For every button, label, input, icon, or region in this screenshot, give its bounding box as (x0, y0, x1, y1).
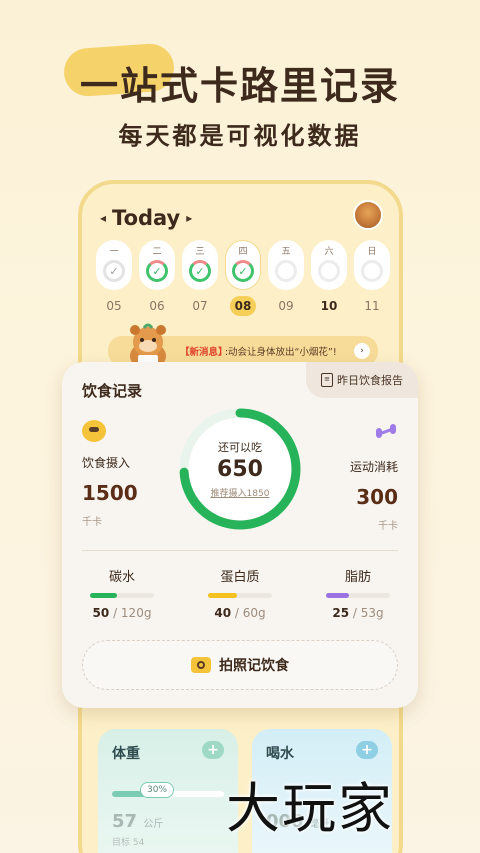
day-weekday: 六 (324, 247, 334, 257)
macro-progress-fill (90, 593, 117, 598)
macro-value: 50 / 120g (92, 606, 152, 620)
diet-record-card: 饮食记录 ≡ 昨日饮食报告 饮食摄入 1500 千卡 还可以吃 650 推荐摄入… (62, 362, 418, 708)
macro-name: 蛋白质 (220, 570, 260, 585)
chevron-right-icon[interactable]: › (354, 343, 370, 359)
macro-name: 脂肪 (344, 570, 371, 585)
day-pill[interactable]: 二 ✓ (139, 240, 175, 290)
day-pill[interactable]: 六 (311, 240, 347, 290)
message-tag: 【新消息】 (180, 347, 228, 358)
macro-item: 脂肪 25 / 53g (318, 566, 398, 620)
macro-name: 碳水 (108, 570, 135, 585)
diet-card-title: 饮食记录 (82, 382, 143, 400)
photo-log-button[interactable]: 拍照记饮食 (82, 640, 398, 690)
water-card-title: 喝水 (266, 746, 294, 762)
weight-card[interactable]: 体重 + 30% 57 公斤 目标 54 (98, 729, 238, 853)
remaining-value: 650 (217, 457, 263, 482)
intake-column: 饮食摄入 1500 千卡 (82, 420, 172, 528)
macro-item: 碳水 50 / 120g (82, 566, 162, 620)
remaining-caption: 还可以吃 (218, 441, 262, 454)
photo-log-label: 拍照记饮食 (219, 658, 289, 674)
day-weekday: 三 (195, 247, 205, 257)
yesterday-report-button[interactable]: ≡ 昨日饮食报告 (306, 362, 418, 398)
day-date: 08 (230, 296, 256, 316)
day-item[interactable]: 三 ✓ 07 (182, 240, 218, 316)
weight-card-title: 体重 (112, 746, 140, 762)
day-pill[interactable]: 一 ✓ (96, 240, 132, 290)
day-weekday: 四 (238, 247, 248, 257)
calorie-ring[interactable]: 还可以吃 650 推荐摄入1850 (175, 404, 305, 534)
check-icon: ✓ (103, 260, 125, 282)
add-weight-button[interactable]: + (202, 741, 224, 759)
day-item[interactable]: 日 11 (354, 240, 390, 316)
intake-unit: 千卡 (82, 517, 102, 528)
check-icon: ✓ (232, 260, 254, 282)
add-water-button[interactable]: + (356, 741, 378, 759)
prev-day-arrow-icon[interactable]: ◂ (100, 211, 106, 225)
date-nav: ◂ Today ▸ (100, 206, 192, 230)
divider (82, 550, 398, 551)
macro-progress-bar (208, 593, 272, 598)
hero-title: 一站式卡路里记录 (79, 64, 400, 108)
day-date: 10 (320, 299, 338, 313)
burn-unit: 千卡 (378, 521, 398, 532)
report-icon: ≡ (321, 373, 333, 387)
day-item[interactable]: 六 10 (311, 240, 347, 316)
macro-progress-bar (90, 593, 154, 598)
macro-item: 蛋白质 40 / 60g (200, 566, 280, 620)
day-date: 06 (149, 299, 165, 313)
day-item[interactable]: 二 ✓ 06 (139, 240, 175, 316)
food-bowl-icon (82, 420, 106, 442)
macro-value: 40 / 60g (214, 606, 266, 620)
report-button-label: 昨日饮食报告 (337, 374, 403, 387)
day-date: 07 (192, 299, 208, 313)
day-date: 11 (364, 299, 380, 313)
recommended-intake: 推荐摄入1850 (210, 489, 270, 499)
macro-progress-fill (326, 593, 350, 598)
day-weekday: 日 (367, 247, 377, 257)
day-ring (361, 260, 383, 282)
day-date: 09 (278, 299, 294, 313)
day-weekday: 二 (152, 247, 162, 257)
avatar[interactable] (353, 200, 383, 230)
weight-target: 目标 54 (112, 838, 145, 848)
day-pill[interactable]: 四 ✓ (225, 240, 261, 290)
day-ring (318, 260, 340, 282)
day-pill[interactable]: 五 (268, 240, 304, 290)
intake-label: 饮食摄入 (82, 456, 131, 470)
next-day-arrow-icon[interactable]: ▸ (186, 211, 192, 225)
burn-column: 运动消耗 300 千卡 (308, 420, 398, 532)
day-item[interactable]: 四 ✓ 08 (225, 240, 261, 316)
weight-progress-label: 30% (140, 782, 175, 798)
burn-label: 运动消耗 (349, 460, 398, 474)
day-weekday: 五 (281, 247, 291, 257)
check-icon: ✓ (146, 260, 168, 282)
day-date: 05 (106, 299, 122, 313)
intake-value: 1500 (82, 481, 138, 505)
day-weekday: 一 (109, 247, 119, 257)
watermark: 大玩家 (226, 777, 394, 840)
weight-value: 57 公斤 (112, 811, 164, 832)
camera-icon (191, 657, 211, 673)
week-strip: 一 ✓ 05 二 ✓ 06 三 ✓ 07 四 ✓ 08 五 09 六 10 日 11 (96, 240, 390, 316)
day-item[interactable]: 五 09 (268, 240, 304, 316)
macro-progress-bar (326, 593, 390, 598)
today-label: Today (112, 206, 181, 230)
day-ring (275, 260, 297, 282)
burn-value: 300 (356, 485, 398, 509)
hero-subtitle: 每天都是可视化数据 (118, 122, 362, 150)
check-icon: ✓ (189, 260, 211, 282)
macro-progress-fill (208, 593, 237, 598)
day-item[interactable]: 一 ✓ 05 (96, 240, 132, 316)
dumbbell-icon (374, 420, 398, 442)
macro-value: 25 / 53g (332, 606, 384, 620)
day-pill[interactable]: 日 (354, 240, 390, 290)
day-pill[interactable]: 三 ✓ (182, 240, 218, 290)
